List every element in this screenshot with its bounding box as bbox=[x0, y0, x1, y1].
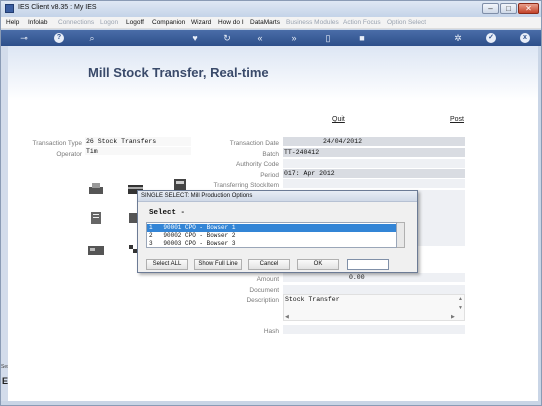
post-link[interactable]: Post bbox=[450, 116, 464, 123]
quit-link[interactable]: Quit bbox=[332, 116, 345, 123]
menu-how-do-i[interactable]: How do I bbox=[218, 19, 244, 26]
menu-infolab[interactable]: Infolab bbox=[28, 19, 48, 26]
batch-field[interactable]: TT-240412 bbox=[283, 148, 465, 157]
window-title: IES Client v8.35 : My IES bbox=[18, 4, 97, 11]
show-full-line-button[interactable]: Show Full Line bbox=[194, 259, 242, 270]
cancel-button[interactable]: Cancel bbox=[248, 259, 290, 270]
list-scrollbar[interactable] bbox=[397, 222, 405, 248]
document-field[interactable] bbox=[283, 285, 465, 294]
stop-icon[interactable]: ■ bbox=[357, 33, 367, 43]
document-icon[interactable]: ▯ bbox=[323, 33, 333, 43]
menu-logon[interactable]: Logon bbox=[100, 19, 118, 26]
title-bar: IES Client v8.35 : My IES – □ ✕ bbox=[1, 1, 541, 17]
authority-code-field[interactable] bbox=[283, 159, 465, 168]
maximize-button[interactable]: □ bbox=[500, 3, 517, 14]
stockitem-detail-area bbox=[418, 190, 465, 246]
app-window: IES Client v8.35 : My IES – □ ✕ Help Inf… bbox=[0, 0, 542, 406]
scroll-left-icon[interactable]: ◀ bbox=[285, 314, 289, 320]
list-item[interactable]: 1 90001 CPO - Bowser 1 bbox=[147, 224, 396, 232]
menu-option-select[interactable]: Option Select bbox=[387, 19, 426, 26]
scroll-down-icon[interactable]: ▼ bbox=[458, 305, 463, 311]
period-label: Period bbox=[260, 172, 279, 179]
hash-label: Hash bbox=[263, 328, 279, 335]
menu-datamarts[interactable]: DataMarts bbox=[250, 19, 280, 26]
description-field[interactable]: Stock Transfer bbox=[283, 294, 465, 321]
minimize-button[interactable]: – bbox=[482, 3, 499, 14]
quick-select-input[interactable] bbox=[347, 259, 389, 270]
cash-register-icon[interactable] bbox=[87, 243, 105, 257]
scroll-up-icon[interactable]: ▲ bbox=[458, 296, 463, 302]
transaction-type-field[interactable]: 26 Stock Transfers bbox=[85, 137, 191, 146]
scroll-right-icon[interactable]: ▶ bbox=[451, 314, 455, 320]
transferring-stockitem-field[interactable] bbox=[283, 179, 465, 188]
app-icon bbox=[5, 4, 14, 13]
transaction-date-label: Transaction Date bbox=[229, 140, 279, 147]
printer-icon[interactable] bbox=[87, 182, 105, 196]
toolbar: ⊸ ? ⌕ ♥ ↻ « » ▯ ■ ✲ ✓ x bbox=[1, 30, 541, 46]
check-icon[interactable]: ✓ bbox=[486, 33, 496, 43]
page-title: Mill Stock Transfer, Real-time bbox=[88, 65, 269, 80]
menu-help[interactable]: Help bbox=[6, 19, 19, 26]
operator-field[interactable]: Tim bbox=[85, 147, 191, 155]
select-all-button[interactable]: Select ALL bbox=[146, 259, 188, 270]
batch-label: Batch bbox=[262, 151, 279, 158]
menu-bar: Help Infolab Connections Logon Logoff Co… bbox=[1, 17, 541, 29]
left-strip: Ses E bbox=[1, 46, 10, 401]
dialog-title: SINGLE SELECT: Mill Production Options bbox=[138, 191, 417, 202]
refresh-icon[interactable]: ↻ bbox=[222, 33, 232, 43]
close-icon[interactable]: x bbox=[520, 33, 530, 43]
key-icon[interactable]: ⊸ bbox=[15, 33, 33, 43]
close-window-button[interactable]: ✕ bbox=[518, 3, 539, 14]
dialog-heading: Select - bbox=[149, 209, 186, 217]
transaction-date-field[interactable]: 24/04/2012 bbox=[283, 137, 465, 146]
heart-icon[interactable]: ♥ bbox=[190, 33, 200, 43]
menu-action-focus[interactable]: Action Focus bbox=[343, 19, 381, 26]
settings-icon[interactable]: ✲ bbox=[453, 33, 463, 43]
list-item[interactable]: 2 90002 CPO - Bowser 2 bbox=[147, 232, 396, 240]
fast-forward-icon[interactable]: » bbox=[289, 33, 299, 43]
search-icon[interactable]: ⌕ bbox=[87, 33, 97, 43]
single-select-dialog: SINGLE SELECT: Mill Production Options S… bbox=[137, 190, 418, 273]
list-item[interactable]: 3 90003 CPO - Bowser 3 bbox=[147, 240, 396, 248]
transaction-type-label: Transaction Type bbox=[32, 140, 83, 147]
operator-label: Operator bbox=[56, 151, 82, 158]
menu-wizard[interactable]: Wizard bbox=[191, 19, 211, 26]
period-field[interactable]: 017: Apr 2012 bbox=[283, 169, 465, 178]
help-icon[interactable]: ? bbox=[54, 33, 64, 43]
authority-code-label: Authority Code bbox=[236, 161, 279, 168]
document-label: Document bbox=[249, 287, 279, 294]
document-stack-icon[interactable] bbox=[87, 211, 105, 225]
transferring-stockitem-label: Transferring StockItem bbox=[213, 182, 279, 189]
amount-field[interactable]: 0.00 bbox=[283, 273, 465, 282]
hash-field[interactable] bbox=[283, 325, 465, 334]
options-list[interactable]: 1 90001 CPO - Bowser 1 2 90002 CPO - Bow… bbox=[146, 222, 397, 248]
amount-label: Amount bbox=[256, 276, 279, 283]
menu-connections[interactable]: Connections bbox=[58, 19, 94, 26]
menu-business-modules[interactable]: Business Modules bbox=[286, 19, 339, 26]
ok-button[interactable]: OK bbox=[297, 259, 339, 270]
menu-companion[interactable]: Companion bbox=[152, 19, 185, 26]
description-label: Description bbox=[246, 297, 279, 304]
rewind-icon[interactable]: « bbox=[255, 33, 265, 43]
menu-logoff[interactable]: Logoff bbox=[126, 19, 144, 26]
